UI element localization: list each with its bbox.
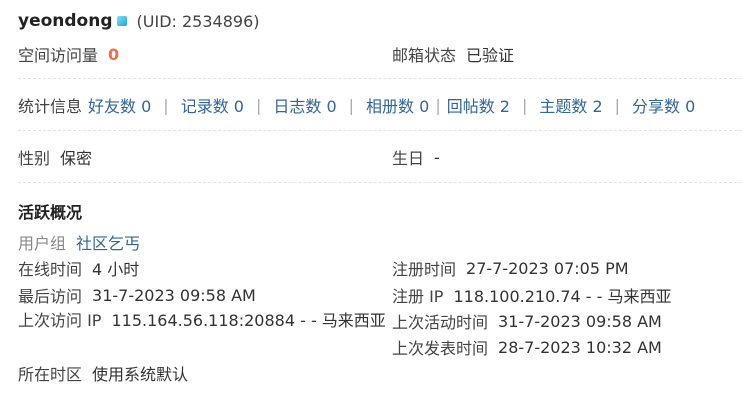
stats-separator: | bbox=[521, 95, 528, 115]
prev-visit-ip-value: 115.164.56.118:20884 - - 马来西亚 bbox=[111, 311, 386, 330]
stat-records-link[interactable]: 记录数 0 bbox=[181, 93, 244, 117]
space-visits-value: 0 bbox=[108, 44, 120, 64]
online-time-label: 在线时间 bbox=[18, 260, 83, 279]
stat-shares-link[interactable]: 分享数 0 bbox=[632, 93, 695, 117]
divider bbox=[18, 182, 742, 183]
online-time-value: 4 小时 bbox=[92, 260, 140, 279]
email-status-label: 邮箱状态 bbox=[392, 46, 457, 65]
prev-visit-ip-row: 上次访问 IP 115.164.56.118:20884 - - 马来西亚 bbox=[18, 308, 388, 334]
divider bbox=[18, 130, 742, 131]
birthday-label: 生日 bbox=[392, 149, 425, 168]
register-ip-row: 注册 IP 118.100.210.74 - - 马来西亚 bbox=[392, 282, 672, 308]
register-ip-label: 注册 IP bbox=[392, 287, 444, 306]
stat-replies-link[interactable]: 回帖数 2 bbox=[447, 93, 510, 117]
register-time-label: 注册时间 bbox=[392, 260, 457, 279]
user-uid: (UID: 2534896) bbox=[136, 11, 260, 31]
last-post-value: 28-7-2023 10:32 AM bbox=[498, 337, 662, 357]
last-active-row: 上次活动时间 31-7-2023 09:58 AM bbox=[392, 308, 662, 334]
stats-separator: | bbox=[614, 95, 621, 115]
space-visits-row: 空间访问量 0 bbox=[18, 41, 119, 67]
space-visits-label: 空间访问量 bbox=[18, 46, 99, 65]
profile-header: yeondong (UID: 2534896) bbox=[18, 8, 259, 34]
last-active-value: 31-7-2023 09:58 AM bbox=[498, 311, 662, 331]
register-time-value: 27-7-2023 07:05 PM bbox=[466, 258, 629, 278]
email-status-value: 已验证 bbox=[466, 46, 515, 65]
activity-title: 活跃概况 bbox=[18, 203, 83, 222]
prev-visit-ip-label: 上次访问 IP bbox=[18, 311, 102, 330]
last-post-row: 上次发表时间 28-7-2023 10:32 AM bbox=[392, 334, 662, 360]
online-time-row: 在线时间 4 小时 bbox=[18, 255, 139, 281]
stats-separator: | bbox=[163, 95, 169, 115]
email-status-row: 邮箱状态 已验证 bbox=[392, 41, 514, 67]
stats-separator: | bbox=[348, 95, 355, 115]
timezone-value: 使用系统默认 bbox=[92, 365, 189, 384]
online-status-icon bbox=[116, 16, 127, 26]
birthday-value: - bbox=[434, 147, 440, 167]
timezone-label: 所在时区 bbox=[18, 365, 83, 384]
last-visit-label: 最后访问 bbox=[18, 287, 83, 306]
gender-value: 保密 bbox=[60, 149, 93, 168]
last-visit-value: 31-7-2023 09:58 AM bbox=[92, 285, 256, 305]
stats-separator: | bbox=[435, 95, 441, 115]
register-time-row: 注册时间 27-7-2023 07:05 PM bbox=[392, 255, 629, 281]
stat-albums-link[interactable]: 相册数 0 bbox=[366, 93, 429, 117]
divider bbox=[18, 78, 742, 79]
register-ip-value: 118.100.210.74 - - 马来西亚 bbox=[453, 287, 672, 306]
usergroup-label: 用户组 bbox=[18, 234, 67, 253]
last-active-label: 上次活动时间 bbox=[392, 313, 489, 332]
usergroup-link[interactable]: 社区乞丐 bbox=[76, 230, 140, 254]
stat-blogs-link[interactable]: 日志数 0 bbox=[273, 93, 336, 117]
timezone-row: 所在时区 使用系统默认 bbox=[18, 360, 188, 386]
username[interactable]: yeondong bbox=[18, 11, 113, 31]
gender-label: 性别 bbox=[18, 149, 51, 168]
stats-row: 统计信息 好友数 0 | 记录数 0 | 日志数 0 | 相册数 0 | 回帖数… bbox=[18, 92, 695, 118]
last-post-label: 上次发表时间 bbox=[392, 339, 489, 358]
gender-row: 性别 保密 bbox=[18, 144, 92, 170]
stats-label: 统计信息 bbox=[18, 97, 83, 116]
usergroup-row: 用户组 社区乞丐 bbox=[18, 229, 140, 255]
last-visit-row: 最后访问 31-7-2023 09:58 AM bbox=[18, 282, 256, 308]
birthday-row: 生日 - bbox=[392, 144, 440, 170]
stat-threads-link[interactable]: 主题数 2 bbox=[539, 93, 602, 117]
stats-separator: | bbox=[255, 95, 262, 115]
user-profile-panel: yeondong (UID: 2534896) 空间访问量 0 邮箱状态 已验证… bbox=[0, 0, 742, 395]
stat-friends-link[interactable]: 好友数 0 bbox=[88, 93, 151, 117]
